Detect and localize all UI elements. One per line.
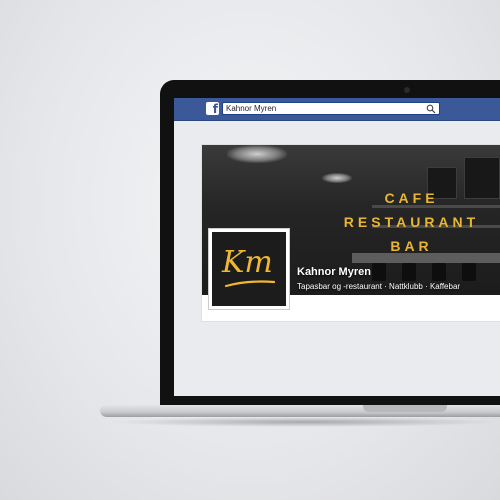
facebook-top-bar: f Kahnor Myren bbox=[174, 98, 500, 121]
cover-text-cafe: CAFE bbox=[384, 190, 439, 206]
laptop-shadow bbox=[110, 417, 500, 427]
cover-text-restaurant: RESTAURANT bbox=[343, 214, 480, 230]
bar-stool bbox=[432, 263, 446, 281]
bar-stool bbox=[402, 263, 416, 281]
search-input-value: Kahnor Myren bbox=[226, 104, 277, 113]
search-input[interactable]: Kahnor Myren bbox=[222, 102, 440, 115]
facebook-logo-icon[interactable]: f bbox=[206, 102, 219, 116]
webcam bbox=[404, 87, 410, 93]
page-categories: Tapasbar og -restaurant · Nattklubb · Ka… bbox=[297, 282, 461, 291]
page-header-card: CAFE RESTAURANT BAR Kahnor Myren Tapasba… bbox=[201, 144, 500, 322]
bar-stool bbox=[462, 263, 476, 281]
bar-counter bbox=[352, 253, 500, 263]
laptop-screen: f Kahnor Myren CAFE RESTAURANT BAR Kahno… bbox=[174, 98, 500, 396]
search-icon[interactable] bbox=[426, 104, 436, 114]
cover-text-bar: BAR bbox=[390, 238, 433, 254]
ceiling-light bbox=[322, 173, 352, 183]
bar-stool bbox=[372, 263, 386, 281]
profile-picture[interactable]: Km bbox=[208, 228, 290, 310]
laptop-notch bbox=[363, 405, 447, 412]
laptop-mockup: f Kahnor Myren CAFE RESTAURANT BAR Kahno… bbox=[0, 0, 500, 500]
profile-logo: Km bbox=[212, 232, 286, 306]
ceiling-light bbox=[227, 145, 287, 163]
page-title[interactable]: Kahnor Myren bbox=[297, 266, 371, 278]
logo-underline-icon bbox=[224, 280, 276, 288]
